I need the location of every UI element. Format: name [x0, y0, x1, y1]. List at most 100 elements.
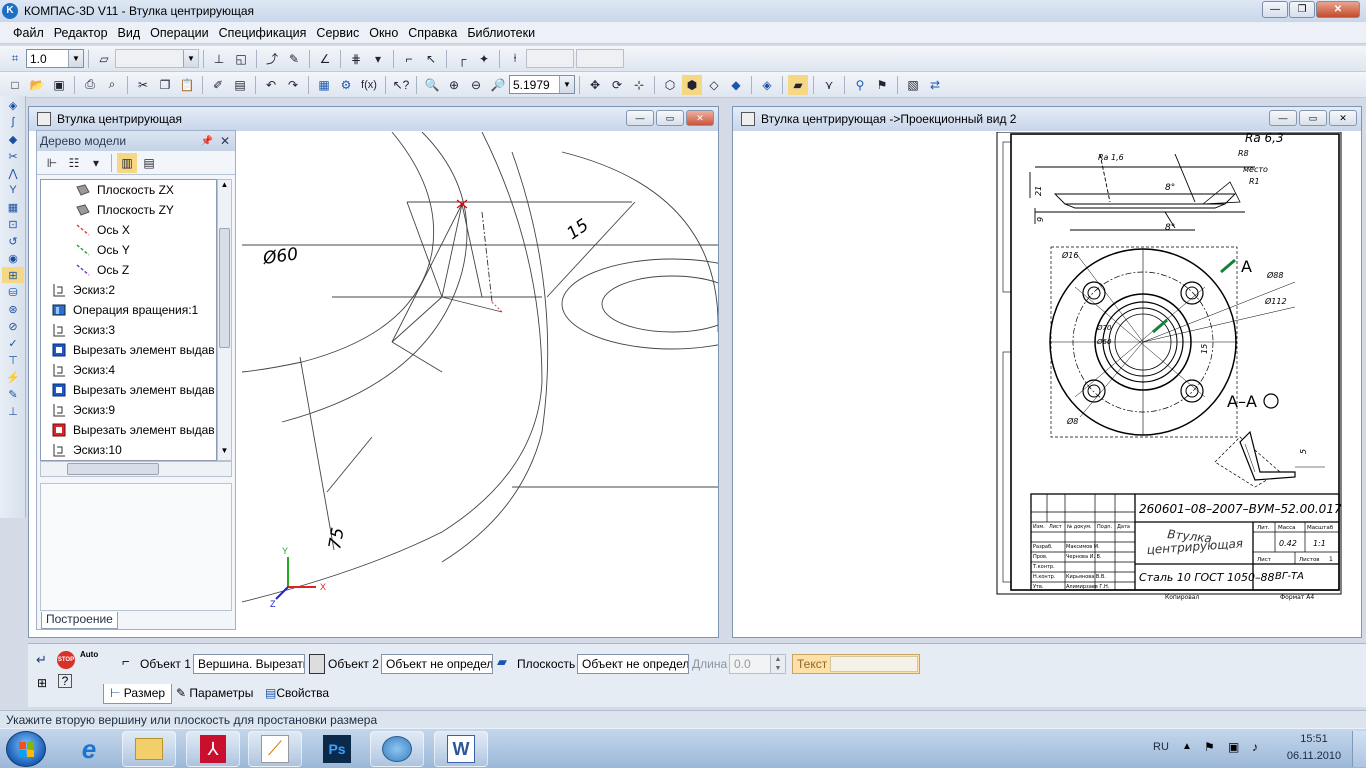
- attribute-tool-icon[interactable]: ⊤: [2, 352, 24, 368]
- acrobat-icon[interactable]: ⅄: [186, 731, 240, 767]
- ie-icon[interactable]: e: [62, 731, 116, 767]
- edit-point-icon[interactable]: ✎: [284, 49, 304, 69]
- orientation-icon[interactable]: ⊹: [629, 75, 649, 95]
- cursor-coord-icon[interactable]: ↖: [421, 49, 441, 69]
- zoom-scale-icon[interactable]: 🔎: [488, 75, 508, 95]
- menu-operations[interactable]: Операции: [145, 26, 213, 40]
- doc1-minimize-button[interactable]: —: [626, 110, 654, 126]
- menu-window[interactable]: Окно: [364, 26, 403, 40]
- copy-props-icon[interactable]: ✐: [208, 75, 228, 95]
- network-app-icon[interactable]: [370, 731, 424, 767]
- close-button[interactable]: ✕: [1316, 1, 1360, 18]
- zoom-combo[interactable]: 5.1979 ▼: [509, 75, 575, 94]
- cut-icon[interactable]: ✂: [133, 75, 153, 95]
- curve-icon[interactable]: ↺: [2, 233, 24, 249]
- tree-item[interactable]: Эскиз:4: [41, 360, 216, 380]
- doc1-close-button[interactable]: ✕: [686, 110, 714, 126]
- pipe-tool-icon[interactable]: ⊥: [2, 403, 24, 419]
- menu-service[interactable]: Сервис: [311, 26, 364, 40]
- wireframe-icon[interactable]: ⬡: [660, 75, 680, 95]
- menu-help[interactable]: Справка: [403, 26, 462, 40]
- tree-item[interactable]: Ось X: [41, 220, 216, 240]
- layer-icon[interactable]: ▱: [94, 49, 114, 69]
- cursor-snap-icon[interactable]: ⊞: [37, 676, 47, 690]
- tree-item[interactable]: Эскиз:3: [41, 320, 216, 340]
- tab-parameters[interactable]: ✎ Параметры: [176, 686, 253, 700]
- paste-icon[interactable]: 📋: [177, 75, 197, 95]
- tree-dropdown-icon[interactable]: ▾: [86, 153, 106, 173]
- doc2-close-button[interactable]: ✕: [1329, 110, 1357, 126]
- zoom-fit-icon[interactable]: ⊖: [466, 75, 486, 95]
- tab-properties[interactable]: ▤Свойства: [265, 686, 329, 700]
- tree-item[interactable]: Ось Y: [41, 240, 216, 260]
- redo-icon[interactable]: ↷: [283, 75, 303, 95]
- coordinates-icon[interactable]: ⍿: [505, 49, 525, 69]
- doc1-maximize-button[interactable]: ▭: [656, 110, 684, 126]
- menu-view[interactable]: Вид: [113, 26, 146, 40]
- spec-tool-icon[interactable]: ⊛: [2, 301, 24, 317]
- measure-icon[interactable]: ⊡: [2, 216, 24, 232]
- tree-list[interactable]: Плоскость ZX Плоскость ZY Ось X Ось Y Ось Z Э…: [40, 179, 217, 461]
- sketch-tool-icon[interactable]: ⋀: [2, 165, 24, 181]
- grid-dropdown-icon[interactable]: ▾: [368, 49, 388, 69]
- surface-icon[interactable]: ◉: [2, 250, 24, 266]
- manager-icon[interactable]: ▦: [314, 75, 334, 95]
- filter-icon[interactable]: Y: [2, 182, 24, 198]
- language-indicator[interactable]: RU: [1153, 741, 1169, 753]
- plane-orient-icon[interactable]: ◱: [231, 49, 251, 69]
- step-cursor-icon[interactable]: ┌: [452, 49, 472, 69]
- doc2-maximize-button[interactable]: ▭: [1299, 110, 1327, 126]
- minimize-button[interactable]: —: [1262, 1, 1288, 18]
- plane-field[interactable]: Объект не определен: [577, 654, 689, 674]
- zoom-in-icon[interactable]: ⊕: [444, 75, 464, 95]
- check-tool-icon[interactable]: ✓: [2, 335, 24, 351]
- rotate-icon[interactable]: ⟳: [607, 75, 627, 95]
- shaded-icon[interactable]: ◆: [726, 75, 746, 95]
- tree-item[interactable]: Эскиз:2: [41, 280, 216, 300]
- new-file-icon[interactable]: □: [5, 75, 25, 95]
- shaded-edges-icon[interactable]: ◈: [757, 75, 777, 95]
- open-folder-icon[interactable]: 📂: [27, 75, 47, 95]
- menu-file[interactable]: Файл: [8, 26, 49, 40]
- snap-settings-icon[interactable]: ⚲: [850, 75, 870, 95]
- menu-specification[interactable]: Спецификация: [214, 26, 312, 40]
- tree-item[interactable]: Вырезать элемент выдав: [41, 420, 216, 440]
- tree-item[interactable]: Плоскость ZX: [41, 180, 216, 200]
- tray-flag-icon[interactable]: ⚑: [1204, 740, 1215, 754]
- tree-filter-icon[interactable]: ▤: [139, 153, 159, 173]
- snap-step-icon[interactable]: ⌗: [5, 49, 25, 69]
- properties-icon[interactable]: ▤: [230, 75, 250, 95]
- word-icon[interactable]: W: [434, 731, 488, 767]
- pan-icon[interactable]: ✥: [585, 75, 605, 95]
- plane-icon[interactable]: ▰: [497, 654, 515, 674]
- layer-combo[interactable]: ▼: [115, 49, 199, 68]
- drawing-viewport[interactable]: Ra 6,3 Ra 1,6 R8 место R1 8° 8° 21 9 А Ø…: [735, 132, 1361, 637]
- auto-button[interactable]: Auto: [80, 650, 98, 659]
- table-icon[interactable]: ▦: [2, 199, 24, 215]
- fx-icon[interactable]: f(x): [358, 75, 380, 95]
- object1-field[interactable]: Вершина. Вырезать: [193, 654, 305, 674]
- edit-icon[interactable]: ◈: [2, 97, 24, 113]
- tree-structure-icon[interactable]: ⊩: [42, 153, 62, 173]
- spiral-icon[interactable]: ∫: [2, 114, 24, 130]
- print-icon[interactable]: ⎙: [80, 75, 100, 95]
- explorer-icon[interactable]: [122, 731, 176, 767]
- kompas-taskbar-icon[interactable]: ⟋: [248, 731, 302, 767]
- menu-editor[interactable]: Редактор: [49, 26, 113, 40]
- chevron-down-icon[interactable]: ▼: [183, 50, 198, 67]
- pin-icon[interactable]: 📌: [201, 136, 213, 147]
- step-combo[interactable]: 1.0 ▼: [26, 49, 84, 68]
- variables-icon[interactable]: ⚙: [336, 75, 356, 95]
- clock-time[interactable]: 15:51: [1288, 733, 1340, 745]
- tree-item[interactable]: Плоскость ZY: [41, 200, 216, 220]
- text-field[interactable]: Текст: [792, 654, 920, 674]
- select-tool-icon[interactable]: ⛁: [2, 284, 24, 300]
- snap-icon[interactable]: ⤴: [262, 49, 282, 69]
- perspective-icon[interactable]: ▰: [788, 74, 808, 95]
- doc2-minimize-button[interactable]: —: [1269, 110, 1297, 126]
- report-tool-icon[interactable]: ⊘: [2, 318, 24, 334]
- help-icon[interactable]: ?: [58, 674, 72, 688]
- tree-item[interactable]: Эскиз:10: [41, 440, 216, 460]
- photoshop-icon[interactable]: Ps: [310, 731, 364, 767]
- maximize-button[interactable]: ❐: [1289, 1, 1315, 18]
